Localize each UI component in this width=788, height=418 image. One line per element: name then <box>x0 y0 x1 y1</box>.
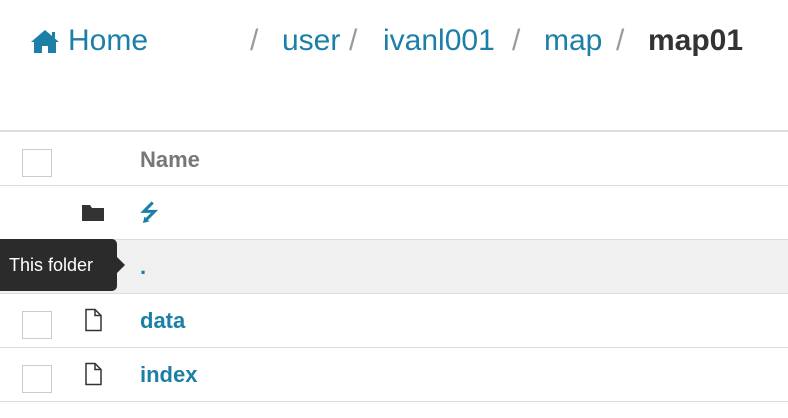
file-icon <box>85 308 102 332</box>
breadcrumb-separator: / <box>250 24 259 57</box>
home-icon <box>31 30 59 53</box>
parent-folder-link[interactable]: ⭍ <box>140 198 158 228</box>
row-checkbox[interactable] <box>22 311 52 339</box>
file-link-index[interactable]: index <box>140 360 197 390</box>
table-row: index <box>0 348 788 402</box>
breadcrumb-item-user[interactable]: user <box>282 22 340 60</box>
folder-icon <box>82 205 104 221</box>
breadcrumb: Home / user / ivanl001 / map / map01 <box>0 0 788 84</box>
table-header-row: Name <box>0 130 788 186</box>
current-folder-link[interactable]: . <box>140 252 146 282</box>
breadcrumb-current: map01 <box>648 24 744 57</box>
row-checkbox[interactable] <box>22 365 52 393</box>
file-link-data[interactable]: data <box>140 306 185 336</box>
breadcrumb-item-ivanl001[interactable]: ivanl001 <box>383 22 495 60</box>
file-icon <box>85 362 102 386</box>
breadcrumb-item-map[interactable]: map <box>544 22 602 60</box>
table-row: data <box>0 294 788 348</box>
breadcrumb-separator: / <box>512 24 521 57</box>
table-row: ⭍ <box>0 186 788 240</box>
tooltip-arrow <box>117 257 125 273</box>
breadcrumb-separator: / <box>349 24 358 57</box>
select-all-checkbox[interactable] <box>22 149 52 177</box>
breadcrumb-separator: / <box>616 24 625 57</box>
column-header-name[interactable]: Name <box>140 146 200 174</box>
breadcrumb-home-label[interactable]: Home <box>68 22 148 60</box>
tooltip: This folder <box>0 239 117 291</box>
